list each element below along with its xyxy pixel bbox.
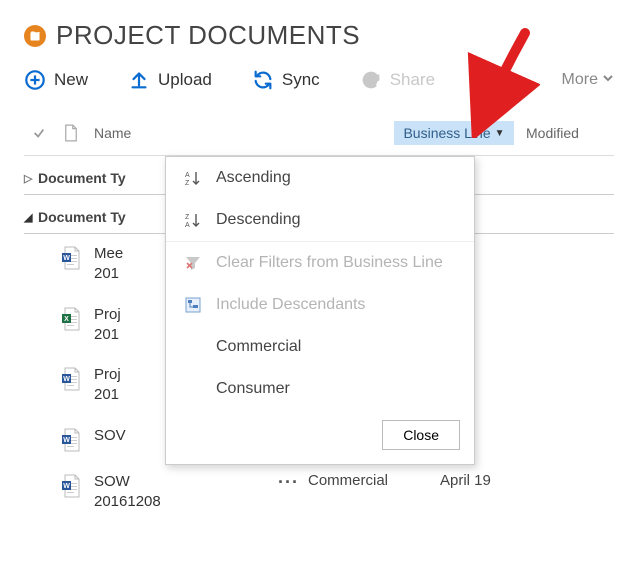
column-header-row: Name Business Line ▼ Modified [24,115,614,156]
column-business-line[interactable]: Business Line ▼ [394,121,514,145]
file-name[interactable]: Proj201 [88,365,168,406]
file-name[interactable]: Proj201 [88,305,168,346]
svg-text:Z: Z [185,214,190,221]
svg-text:W: W [63,437,70,444]
share-icon [360,69,382,91]
filter-option[interactable]: Consumer [166,368,474,410]
column-filter-dropdown: AZ Ascending ZA Descending Clear Filters… [165,156,475,465]
sort-ascending-item[interactable]: AZ Ascending [166,157,474,199]
more-label: More [562,71,598,89]
library-icon [24,25,46,47]
new-label: New [54,70,88,90]
svg-text:X: X [64,316,69,323]
modified-cell: April 19 [428,472,528,489]
file-type-icon: W [54,472,88,498]
clear-filters-label: Clear Filters from Business Line [216,254,443,272]
chevron-right-icon: ▷ [24,172,34,185]
upload-label: Upload [158,70,212,90]
include-descendants-label: Include Descendants [216,296,365,314]
file-type-icon: X [54,305,88,331]
sort-ascending-label: Ascending [216,169,291,187]
filter-option[interactable]: Commercial [166,326,474,368]
group-label: Document Ty [38,209,126,225]
clear-filters-item: Clear Filters from Business Line [166,242,474,284]
svg-text:W: W [63,483,70,490]
more-button[interactable]: More [562,71,614,89]
file-type-icon: W [54,244,88,270]
group-label: Document Ty [38,170,126,186]
share-label: Share [390,70,435,90]
tree-icon [184,297,202,313]
column-modified[interactable]: Modified [514,125,614,141]
table-row[interactable]: W SOW20161208···CommercialApril 19 [24,462,614,523]
sync-button[interactable]: Sync [252,69,320,91]
file-name[interactable]: Mee201 [88,244,168,285]
sort-desc-icon: ZA [184,212,202,228]
new-button[interactable]: New [24,69,88,91]
chevron-down-icon [602,71,614,89]
sync-icon [252,69,274,91]
file-name[interactable]: SOV [88,426,168,446]
column-name[interactable]: Name [88,125,394,141]
toolbar: New Upload Sync Share More [24,69,614,91]
svg-text:W: W [63,255,70,262]
column-business-line-label: Business Line [403,125,490,141]
file-type-icon: W [54,426,88,452]
svg-text:A: A [185,222,190,228]
caret-down-icon: ◢ [24,211,34,224]
svg-text:W: W [63,376,70,383]
sort-asc-icon: AZ [184,170,202,186]
caret-down-icon: ▼ [495,128,505,139]
close-button[interactable]: Close [382,420,460,450]
business-line-cell: Commercial [308,472,428,489]
filter-option-label: Commercial [216,338,301,356]
upload-icon [128,69,150,91]
file-name[interactable]: SOW20161208 [88,472,278,513]
select-all-checkbox[interactable] [24,126,54,140]
file-type-icon: W [54,365,88,391]
svg-text:A: A [185,172,190,179]
filter-option-label: Consumer [216,380,290,398]
sync-label: Sync [282,70,320,90]
sort-descending-label: Descending [216,211,301,229]
sort-descending-item[interactable]: ZA Descending [166,199,474,242]
upload-button[interactable]: Upload [128,69,212,91]
svg-text:Z: Z [185,180,190,186]
funnel-clear-icon [184,255,202,271]
share-button[interactable]: Share [360,69,435,91]
include-descendants-item: Include Descendants [166,284,474,326]
file-type-column-icon [54,124,88,142]
plus-icon [24,69,46,91]
row-actions-button[interactable]: ··· [278,472,308,493]
page-title: PROJECT DOCUMENTS [56,20,360,51]
